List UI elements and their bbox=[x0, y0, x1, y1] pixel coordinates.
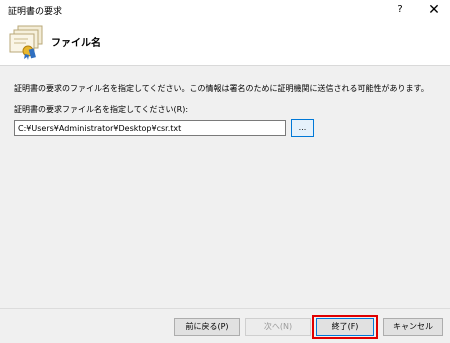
title-bar: 証明書の要求 ? ✕ bbox=[0, 0, 450, 20]
page-title: ファイル名 bbox=[51, 38, 101, 49]
certificate-stack-icon bbox=[9, 25, 43, 60]
cancel-button[interactable]: キャンセル bbox=[383, 318, 443, 336]
wizard-header: ファイル名 bbox=[0, 20, 450, 65]
window-title: 証明書の要求 bbox=[8, 7, 63, 17]
file-name-input[interactable] bbox=[14, 120, 286, 136]
browse-button[interactable]: ... bbox=[291, 119, 314, 137]
back-button[interactable]: 前に戻る(P) bbox=[174, 318, 240, 336]
file-name-label: 証明書の要求ファイル名を指定してください(R): bbox=[14, 105, 189, 114]
next-button[interactable]: 次へ(N) bbox=[245, 318, 311, 336]
wizard-content: 証明書の要求のファイル名を指定してください。この情報は署名のために証明機関に送信… bbox=[0, 66, 450, 308]
finish-button[interactable]: 終了(F) bbox=[316, 318, 374, 336]
close-button[interactable]: ✕ bbox=[420, 0, 448, 20]
help-button[interactable]: ? bbox=[386, 0, 414, 20]
description-text: 証明書の要求のファイル名を指定してください。この情報は署名のために証明機関に送信… bbox=[14, 84, 429, 93]
wizard-footer: 前に戻る(P) 次へ(N) 終了(F) キャンセル bbox=[0, 308, 450, 343]
